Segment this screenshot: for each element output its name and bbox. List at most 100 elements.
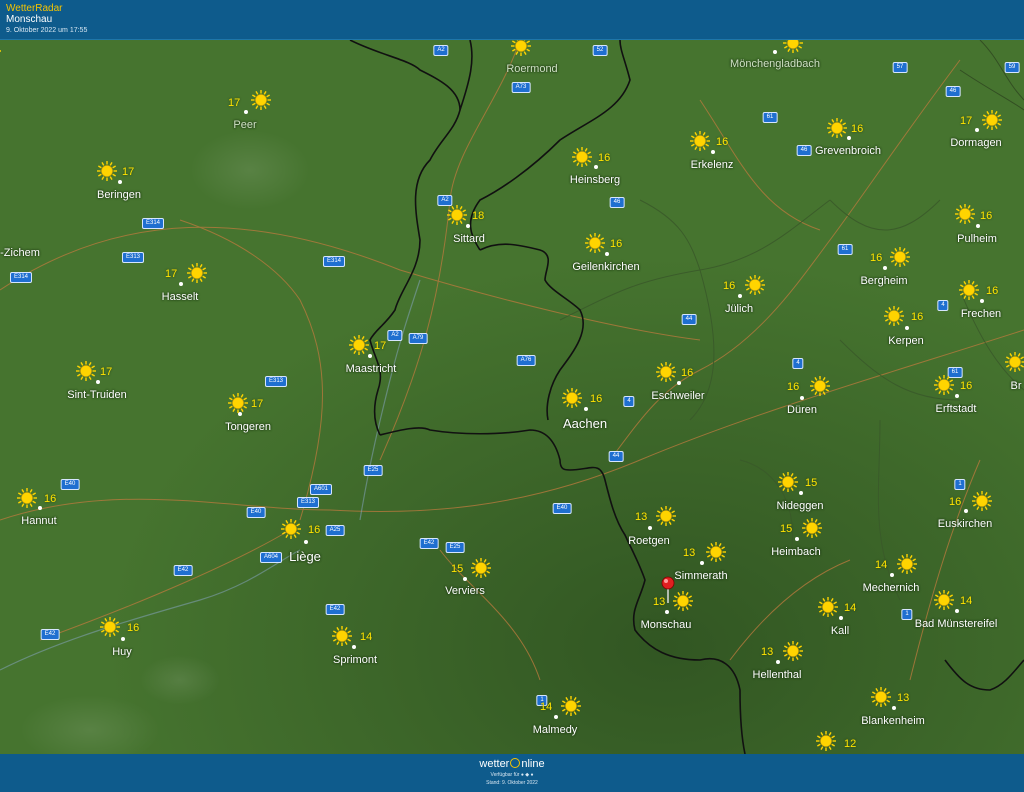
city-label[interactable]: Düren xyxy=(787,404,817,416)
road-shield: A79 xyxy=(408,333,428,344)
sun-icon xyxy=(971,490,993,512)
temperature-label: 13 xyxy=(635,511,648,523)
city-label[interactable]: Hellenthal xyxy=(753,669,802,681)
city-label[interactable]: Pulheim xyxy=(957,233,997,245)
road-shield: E314 xyxy=(141,218,165,229)
temperature-label: 15 xyxy=(451,563,464,575)
city-label[interactable]: Sittard xyxy=(453,233,485,245)
city-label[interactable]: Hannut xyxy=(21,515,56,527)
city-dot xyxy=(244,110,248,114)
city-label[interactable]: Heinsberg xyxy=(570,174,620,186)
city-label[interactable]: Roetgen xyxy=(628,535,670,547)
city-dot xyxy=(776,660,780,664)
city-label[interactable]: Kerpen xyxy=(888,335,923,347)
city-dot xyxy=(976,224,980,228)
temperature-label: 16 xyxy=(787,381,800,393)
city-label[interactable]: Euskirchen xyxy=(938,518,992,530)
city-dot xyxy=(738,294,742,298)
road-shield: E42 xyxy=(325,604,345,615)
temperature-label: 18 xyxy=(472,210,485,222)
location-pin-icon[interactable] xyxy=(660,575,676,610)
sun-icon xyxy=(777,471,799,493)
city-label[interactable]: Dormagen xyxy=(950,137,1001,149)
temperature-label: 16 xyxy=(870,252,883,264)
city-label[interactable]: Malmedy xyxy=(533,724,578,736)
city-label[interactable]: Beringen xyxy=(97,189,141,201)
city-label[interactable]: Verviers xyxy=(445,585,485,597)
temperature-label: 14 xyxy=(360,631,373,643)
city-dot xyxy=(839,616,843,620)
sun-icon xyxy=(958,279,980,301)
city-label[interactable]: Sint-Truiden xyxy=(67,389,127,401)
wetteronline-logo[interactable]: wetter nline xyxy=(0,758,1024,770)
sun-icon xyxy=(809,375,831,397)
temperature-label: 17 xyxy=(100,366,113,378)
temperature-label: 12 xyxy=(844,738,857,750)
city-label[interactable]: Tongeren xyxy=(225,421,271,433)
temperature-label: 14 xyxy=(875,559,888,571)
city-label[interactable]: Grevenbroich xyxy=(815,145,881,157)
city-label[interactable]: Erkelenz xyxy=(691,159,734,171)
city-label[interactable]: Bergheim xyxy=(860,275,907,287)
city-label[interactable]: Geilenkirchen xyxy=(572,261,639,273)
sun-icon xyxy=(782,640,804,662)
city-label[interactable]: Eschweiler xyxy=(651,390,704,402)
road-shield: A76 xyxy=(516,355,536,366)
city-label[interactable]: Liège xyxy=(289,549,321,564)
sun-icon xyxy=(186,262,208,284)
city-label[interactable]: Mechernich xyxy=(863,582,920,594)
city-label[interactable]: Mönchengladbach xyxy=(730,58,820,70)
data-stand: Stand: 9. Oktober 2022 xyxy=(486,780,538,786)
app-title: WetterRadar xyxy=(6,3,63,14)
city-label[interactable]: Simmerath xyxy=(674,570,727,582)
road-shield: 61 xyxy=(837,244,853,255)
road-shield: A604 xyxy=(259,552,283,563)
city-label[interactable]: Maastricht xyxy=(346,363,397,375)
city-label[interactable]: Heimbach xyxy=(771,546,821,558)
road-shield: 46 xyxy=(796,145,812,156)
city-dot xyxy=(795,537,799,541)
city-label[interactable]: Peer xyxy=(233,119,256,131)
timestamp: 9. Oktober 2022 um 17:55 xyxy=(6,27,88,34)
city-label[interactable]: Kall xyxy=(831,625,849,637)
city-label[interactable]: Huy xyxy=(112,646,132,658)
city-label[interactable]: Br xyxy=(1011,380,1022,392)
temperature-label: 16 xyxy=(598,152,611,164)
city-dot xyxy=(700,561,704,565)
city-label[interactable]: Jülich xyxy=(725,303,753,315)
city-dot xyxy=(892,706,896,710)
temperature-label: 16 xyxy=(308,524,321,536)
city-label[interactable]: Blankenheim xyxy=(861,715,925,727)
location-title: Monschau xyxy=(6,14,53,25)
city-label[interactable]: Bad Münstereifel xyxy=(915,618,998,630)
city-label[interactable]: Nideggen xyxy=(776,500,823,512)
city-label[interactable]: Erftstadt xyxy=(936,403,977,415)
city-dot xyxy=(711,150,715,154)
sun-icon xyxy=(826,117,848,139)
sun-icon xyxy=(954,203,976,225)
city-label[interactable]: Sprimont xyxy=(333,654,377,666)
city-dot xyxy=(955,394,959,398)
sun-icon xyxy=(571,146,593,168)
sun-icon xyxy=(889,246,911,268)
city-dot xyxy=(665,610,669,614)
road-shield: A601 xyxy=(309,484,333,495)
city-label[interactable]: Monschau xyxy=(641,619,692,631)
temperature-label: 13 xyxy=(897,692,910,704)
sun-icon xyxy=(689,130,711,152)
city-label[interactable]: Frechen xyxy=(961,308,1001,320)
city-dot xyxy=(980,299,984,303)
temperature-label: 16 xyxy=(723,280,736,292)
weather-map[interactable]: A2 A73 52 57 59 46 61 46 46 A2 E314 E313 E314 E314 A2 A… xyxy=(0,40,1024,754)
city-label[interactable]: -Zichem xyxy=(0,247,40,259)
city-label[interactable]: Roermond xyxy=(506,63,557,75)
city-label[interactable]: Hasselt xyxy=(162,291,199,303)
sun-icon xyxy=(933,374,955,396)
sun-icon xyxy=(817,596,839,618)
sun-icon xyxy=(0,40,2,62)
sun-icon xyxy=(815,730,837,752)
city-label[interactable]: Aachen xyxy=(563,416,607,431)
sun-icon xyxy=(561,387,583,409)
temperature-label: 15 xyxy=(805,477,818,489)
city-dot xyxy=(975,128,979,132)
